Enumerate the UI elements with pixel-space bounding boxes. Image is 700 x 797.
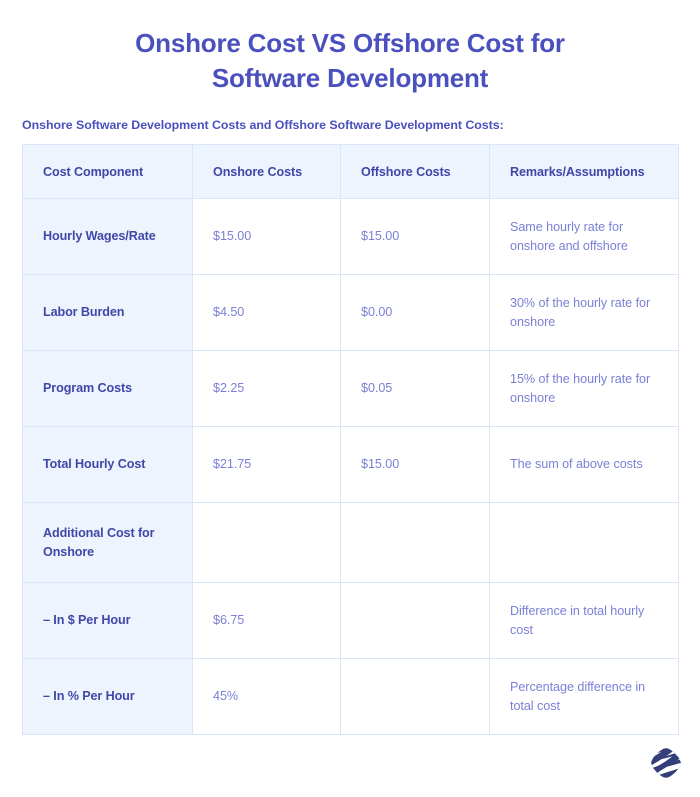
- cost-comparison-table: Cost Component Onshore Costs Offshore Co…: [22, 144, 679, 735]
- cell-onshore-cost: $6.75: [192, 582, 341, 659]
- row-label: Labor Burden: [22, 274, 193, 351]
- column-header-remarks: Remarks/Assumptions: [489, 144, 679, 199]
- row-label: – In $ Per Hour: [22, 582, 193, 659]
- table-row: Labor Burden $4.50 $0.00 30% of the hour…: [22, 274, 679, 351]
- table-header-row: Cost Component Onshore Costs Offshore Co…: [22, 144, 679, 199]
- cell-onshore-cost: $15.00: [192, 198, 341, 275]
- cell-offshore-cost: $15.00: [340, 198, 490, 275]
- table-body: Hourly Wages/Rate $15.00 $15.00 Same hou…: [22, 198, 679, 735]
- cell-onshore-cost: $4.50: [192, 274, 341, 351]
- cell-offshore-cost: $0.05: [340, 350, 490, 427]
- row-label: – In % Per Hour: [22, 658, 193, 735]
- row-label: Additional Cost for Onshore: [22, 502, 193, 583]
- cell-remarks: 30% of the hourly rate for onshore: [489, 274, 679, 351]
- row-label: Program Costs: [22, 350, 193, 427]
- column-header-onshore-costs: Onshore Costs: [192, 144, 341, 199]
- cell-remarks: Same hourly rate for onshore and offshor…: [489, 198, 679, 275]
- cell-offshore-cost: [340, 582, 490, 659]
- column-header-cost-component: Cost Component: [22, 144, 193, 199]
- cell-onshore-cost: $2.25: [192, 350, 341, 427]
- cell-remarks: The sum of above costs: [489, 426, 679, 503]
- row-label: Hourly Wages/Rate: [22, 198, 193, 275]
- cell-remarks: 15% of the hourly rate for onshore: [489, 350, 679, 427]
- table-header: Cost Component Onshore Costs Offshore Co…: [22, 144, 679, 199]
- table-row: Additional Cost for Onshore: [22, 502, 679, 583]
- company-monogram-icon: [648, 745, 684, 781]
- cell-offshore-cost: $15.00: [340, 426, 490, 503]
- cell-onshore-cost: 45%: [192, 658, 341, 735]
- table-row: – In $ Per Hour $6.75 Difference in tota…: [22, 582, 679, 659]
- table-row: – In % Per Hour 45% Percentage differenc…: [22, 658, 679, 735]
- row-label: Total Hourly Cost: [22, 426, 193, 503]
- cell-remarks: [489, 502, 679, 583]
- table-row: Program Costs $2.25 $0.05 15% of the hou…: [22, 350, 679, 427]
- cell-remarks: Percentage difference in total cost: [489, 658, 679, 735]
- infographic-page: Onshore Cost VS Offshore Cost for Softwa…: [0, 0, 700, 797]
- table-row: Total Hourly Cost $21.75 $15.00 The sum …: [22, 426, 679, 503]
- page-title-line-2: Software Development: [211, 63, 489, 93]
- title-block: Onshore Cost VS Offshore Cost for Softwa…: [0, 0, 700, 96]
- cell-offshore-cost: [340, 502, 490, 583]
- page-title-line-1: Onshore Cost VS Offshore Cost for: [135, 28, 565, 58]
- cell-onshore-cost: $21.75: [192, 426, 341, 503]
- cost-table-wrapper: Cost Component Onshore Costs Offshore Co…: [22, 144, 679, 735]
- table-caption: Onshore Software Development Costs and O…: [22, 118, 504, 132]
- table-row: Hourly Wages/Rate $15.00 $15.00 Same hou…: [22, 198, 679, 275]
- page-title: Onshore Cost VS Offshore Cost for Softwa…: [56, 26, 644, 96]
- cell-offshore-cost: [340, 658, 490, 735]
- cell-remarks: Difference in total hourly cost: [489, 582, 679, 659]
- cell-onshore-cost: [192, 502, 341, 583]
- column-header-offshore-costs: Offshore Costs: [340, 144, 490, 199]
- cell-offshore-cost: $0.00: [340, 274, 490, 351]
